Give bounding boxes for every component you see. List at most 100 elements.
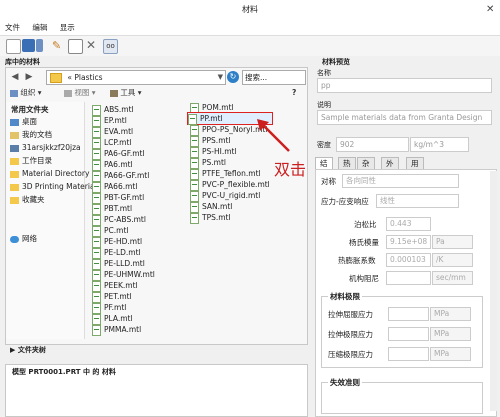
tensile-yield-field[interactable]	[388, 307, 429, 321]
file-item[interactable]: PEEK.mtl	[92, 280, 138, 292]
menu-view[interactable]: 显示	[55, 20, 80, 35]
compressive-ultimate-field[interactable]	[388, 347, 429, 361]
young-unit-select[interactable]: Pa	[432, 235, 473, 249]
thermal-unit-select[interactable]: /K	[432, 253, 473, 267]
tensile-ultimate-unit[interactable]: MPa	[430, 327, 471, 341]
file-item[interactable]: LCP.mtl	[92, 137, 132, 149]
model-materials-header: 模型 PRT0001.PRT 中 的 材料	[12, 368, 116, 376]
save-icon[interactable]	[22, 39, 35, 52]
preview-scrollbar[interactable]	[490, 171, 497, 411]
file-item[interactable]: PTFE_Teflon.mtl	[190, 168, 261, 180]
material-file-icon	[92, 192, 101, 204]
file-item[interactable]: PET.mtl	[92, 291, 132, 303]
file-name: PF.mtl	[104, 303, 127, 312]
density-field[interactable]: 902	[336, 137, 409, 152]
close-icon[interactable]: ✕	[486, 4, 494, 15]
desktop-icon	[10, 118, 19, 126]
chevron-down-icon[interactable]: ▼	[218, 71, 223, 84]
file-item[interactable]: PC-ABS.mtl	[92, 214, 146, 226]
glasses-icon[interactable]: oo	[103, 39, 118, 54]
compressive-ultimate-unit[interactable]: MPa	[430, 347, 471, 361]
sidebar-item-network[interactable]: 网络	[10, 233, 37, 244]
address-bar[interactable]: « Plastics ▼	[46, 70, 226, 85]
menu-file[interactable]: 文件	[0, 20, 25, 35]
sidebar-item-workdir[interactable]: 工作目录	[10, 155, 52, 166]
file-item[interactable]: PBT.mtl	[92, 203, 132, 215]
folder-tree-toggle[interactable]: ▶ 文件夹树	[10, 344, 306, 356]
file-item[interactable]: PMMA.mtl	[92, 324, 141, 336]
file-item[interactable]: SAN.mtl	[190, 201, 232, 213]
file-item[interactable]: PA66.mtl	[92, 181, 138, 193]
help-cursor-icon[interactable]: ?	[292, 87, 296, 99]
organize-button[interactable]: 组织 ▾	[10, 87, 42, 99]
file-item[interactable]: PA6-GF.mtl	[92, 148, 145, 160]
thermal-expansion-field[interactable]: 0.000103	[386, 253, 431, 267]
material-file-icon	[92, 104, 101, 116]
sidebar-item-user[interactable]: 31arsjkkzf20jza	[10, 142, 81, 153]
computer-icon	[10, 144, 19, 152]
sidebar-item-favorites[interactable]: 收藏夹	[10, 194, 45, 205]
file-name: PC-ABS.mtl	[104, 215, 146, 224]
sidebar-item-desktop[interactable]: 桌面	[10, 116, 37, 127]
forward-arrow-icon[interactable]: ▶	[23, 71, 35, 84]
file-item[interactable]: PE-UHMW.mtl	[92, 269, 155, 281]
file-name: PS.mtl	[202, 158, 226, 167]
material-file-icon	[92, 291, 101, 303]
file-item[interactable]: EVA.mtl	[92, 126, 133, 138]
damping-field[interactable]	[386, 271, 431, 285]
name-field[interactable]: pp	[317, 78, 492, 93]
sidebar-item-3d-printing[interactable]: 3D Printing Materials	[10, 181, 101, 192]
file-item[interactable]: TPS.mtl	[190, 212, 231, 224]
file-item[interactable]: PF.mtl	[92, 302, 127, 314]
tensile-yield-unit[interactable]: MPa	[430, 307, 471, 321]
back-arrow-icon[interactable]: ◀	[9, 71, 21, 84]
file-item[interactable]: PA66-GF.mtl	[92, 170, 149, 182]
search-input[interactable]: 搜索...	[242, 70, 306, 85]
material-preview-panel: 材料预览 名称 pp 说明 Sample materials data from…	[312, 57, 498, 417]
limits-header: 材料极限	[328, 291, 362, 302]
sidebar-item-material-directory[interactable]: Material Directory	[10, 168, 89, 179]
refresh-icon[interactable]: ↻	[227, 71, 239, 83]
file-item[interactable]: PLA.mtl	[92, 313, 133, 325]
file-item[interactable]: PS-HI.mtl	[190, 146, 237, 158]
damping-unit-select[interactable]: sec/mm	[432, 271, 473, 285]
file-item[interactable]: PE-HD.mtl	[92, 236, 142, 248]
delete-icon[interactable]: ✕	[86, 39, 99, 52]
file-item[interactable]: PA6.mtl	[92, 159, 133, 171]
young-modulus-field[interactable]: 9.15e+08	[386, 235, 431, 249]
description-field[interactable]: Sample materials data from Granta Design	[317, 110, 492, 125]
file-item[interactable]: ABS.mtl	[92, 104, 134, 116]
file-item[interactable]: PBT-GF.mtl	[92, 192, 144, 204]
file-name: PA66.mtl	[104, 182, 138, 191]
file-name: PPS.mtl	[202, 136, 231, 145]
material-file-icon	[92, 225, 101, 237]
symmetry-select[interactable]: 各向同性	[342, 174, 459, 188]
save-as-icon[interactable]	[36, 39, 43, 52]
file-item[interactable]: PVC-P_flexible.mtl	[190, 179, 270, 191]
menu-edit[interactable]: 编辑	[27, 20, 52, 35]
tensile-ultimate-field[interactable]	[388, 327, 429, 341]
sidebar-item-documents[interactable]: 我的文档	[10, 129, 52, 140]
density-label: 密度	[317, 141, 331, 149]
tools-icon	[110, 89, 118, 97]
view-button[interactable]: 视图 ▾	[64, 87, 96, 99]
stress-strain-select[interactable]: 线性	[376, 194, 459, 208]
file-item[interactable]: PS.mtl	[190, 157, 226, 169]
file-item[interactable]: PPS.mtl	[190, 135, 231, 147]
file-name: LCP.mtl	[104, 138, 132, 147]
edit-pencil-icon[interactable]: ✎	[52, 39, 65, 52]
file-item[interactable]: POM.mtl	[190, 102, 234, 114]
poisson-field[interactable]: 0.443	[386, 217, 431, 231]
file-item[interactable]: PE-LD.mtl	[92, 247, 141, 259]
file-item[interactable]: EP.mtl	[92, 115, 127, 127]
density-unit-select[interactable]: kg/m^3	[410, 137, 469, 152]
sidebar-item-label: 3D Printing Materials	[22, 182, 101, 191]
tools-button[interactable]: 工具 ▾	[110, 87, 142, 99]
file-item[interactable]: PC.mtl	[92, 225, 128, 237]
file-item[interactable]: PVC-U_rigid.mtl	[190, 190, 260, 202]
new-file-icon[interactable]	[6, 39, 21, 54]
copy-icon[interactable]	[68, 39, 83, 54]
file-item[interactable]: PE-LLD.mtl	[92, 258, 145, 270]
file-name: PE-UHMW.mtl	[104, 270, 155, 279]
sidebar-item-label: 桌面	[22, 117, 37, 126]
